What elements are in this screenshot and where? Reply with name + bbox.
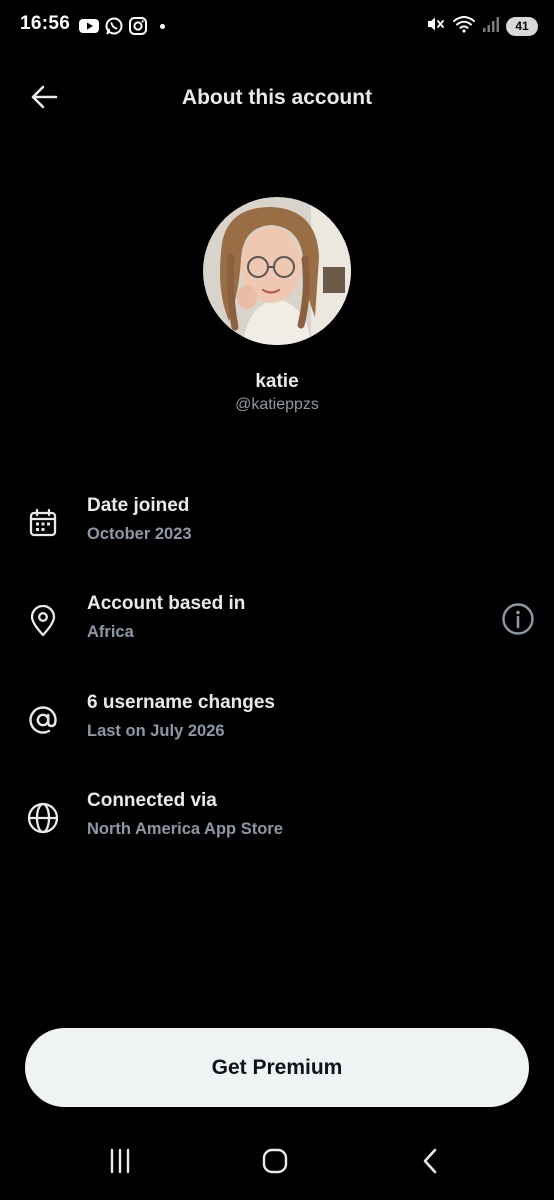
info-title: Account based in — [87, 593, 246, 614]
info-button[interactable] — [500, 602, 536, 641]
battery-indicator: 41 — [506, 16, 538, 36]
status-app-icons — [78, 15, 165, 37]
info-subtitle: North America App Store — [87, 820, 283, 838]
chevron-left-icon — [419, 1147, 441, 1180]
header: About this account — [0, 72, 554, 126]
info-row-account-based-in: Account based in Africa — [0, 593, 554, 653]
home-button[interactable] — [255, 1146, 295, 1180]
status-indicators: 41 — [426, 14, 538, 38]
system-nav-bar — [0, 1130, 554, 1200]
at-sign-icon — [25, 702, 61, 738]
page-title: About this account — [181, 86, 373, 109]
youtube-icon — [78, 17, 100, 35]
info-subtitle: Africa — [87, 623, 134, 641]
info-subtitle: October 2023 — [87, 525, 192, 543]
wifi-icon — [452, 14, 476, 39]
whatsapp-icon — [104, 16, 124, 36]
notification-dot-icon — [160, 23, 165, 29]
system-back-button[interactable] — [410, 1146, 450, 1180]
info-title: Date joined — [87, 495, 190, 516]
info-row-connected-via: Connected via North America App Store — [0, 790, 554, 850]
info-circle-icon — [501, 602, 535, 641]
location-pin-icon — [25, 603, 61, 639]
recent-apps-icon — [106, 1148, 134, 1179]
instagram-icon — [128, 16, 148, 36]
calendar-icon — [25, 505, 61, 541]
status-bar: 16:56 41 — [0, 0, 554, 52]
signal-icon — [482, 15, 500, 38]
profile-name: katie — [255, 371, 299, 392]
home-icon — [261, 1147, 289, 1180]
info-title: Connected via — [87, 790, 217, 811]
info-subtitle: Last on July 2026 — [87, 722, 225, 740]
status-time: 16:56 — [20, 13, 71, 34]
info-row-username-changes: 6 username changes Last on July 2026 — [0, 692, 554, 752]
get-premium-button[interactable]: Get Premium — [25, 1028, 529, 1107]
recent-apps-button[interactable] — [100, 1146, 140, 1180]
info-title: 6 username changes — [87, 692, 275, 713]
avatar — [203, 197, 351, 345]
mute-icon — [426, 14, 446, 39]
globe-icon — [25, 800, 61, 836]
info-row-date-joined: Date joined October 2023 — [0, 495, 554, 555]
profile-handle: @katieppzs — [235, 396, 319, 413]
